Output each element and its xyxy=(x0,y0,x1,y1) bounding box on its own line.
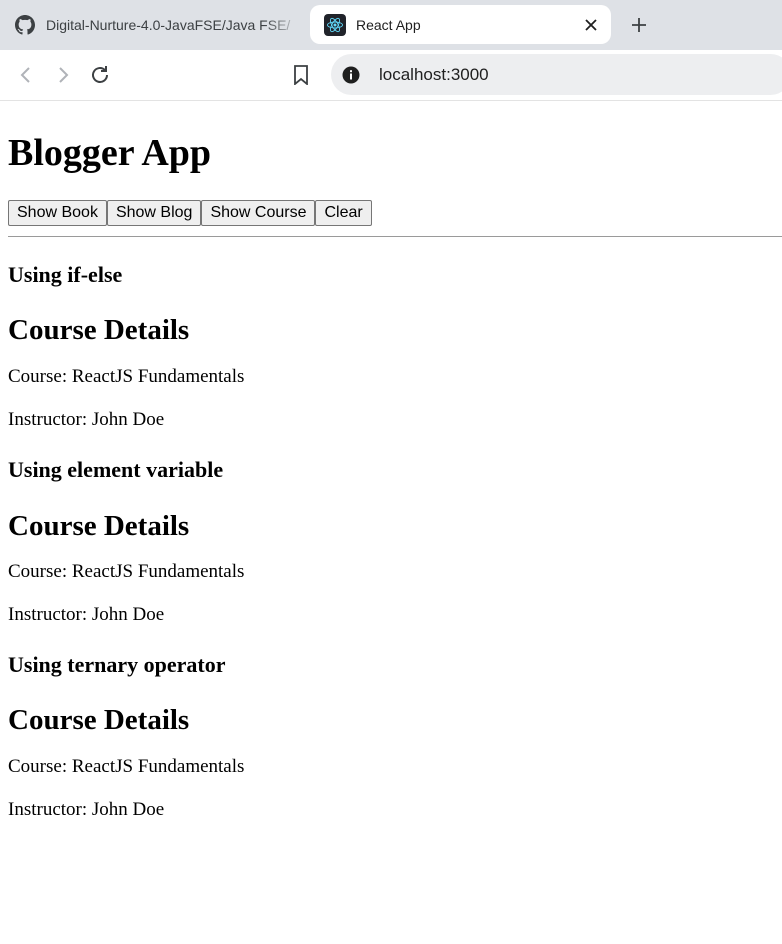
bookmark-button[interactable] xyxy=(288,62,314,88)
tab-title: Digital-Nurture-4.0-JavaFSE/Java FSE/ xyxy=(46,17,291,33)
instructor-name: Instructor: John Doe xyxy=(8,409,165,430)
reload-icon xyxy=(92,66,108,83)
back-arrow-icon xyxy=(20,67,30,83)
plus-icon xyxy=(632,18,646,32)
method-heading: Using if-else xyxy=(8,262,123,287)
show-course-button[interactable]: Show Course xyxy=(201,200,316,226)
show-blog-button[interactable]: Show Blog xyxy=(106,200,202,226)
reload-button[interactable] xyxy=(87,62,113,88)
course-details-heading: Course Details xyxy=(8,510,190,542)
back-button[interactable] xyxy=(13,62,39,88)
divider xyxy=(8,236,782,237)
browser-toolbar: localhost:3000 xyxy=(0,50,782,101)
course-details-heading: Course Details xyxy=(8,314,190,346)
button-row: Show Book Show Blog Show Course Clear xyxy=(8,200,782,226)
section-element-variable: Using element variable Course Details Co… xyxy=(8,457,782,626)
close-icon[interactable] xyxy=(579,13,603,37)
tab-github[interactable]: Digital-Nurture-4.0-JavaFSE/Java FSE/ xyxy=(0,0,302,50)
app-title: Blogger App xyxy=(8,132,212,174)
course-name: Course: ReactJS Fundamentals xyxy=(8,366,245,387)
address-bar[interactable]: localhost:3000 xyxy=(331,54,782,95)
section-if-else: Using if-else Course Details Course: Rea… xyxy=(8,262,782,431)
show-book-button[interactable]: Show Book xyxy=(8,200,107,226)
instructor-name: Instructor: John Doe xyxy=(8,604,165,625)
method-heading: Using element variable xyxy=(8,457,224,482)
clear-button[interactable]: Clear xyxy=(315,200,372,226)
method-heading: Using ternary operator xyxy=(8,652,226,677)
github-icon xyxy=(14,14,36,36)
new-tab-button[interactable] xyxy=(626,12,652,38)
react-icon xyxy=(324,13,346,36)
section-ternary-operator: Using ternary operator Course Details Co… xyxy=(8,652,782,821)
instructor-name: Instructor: John Doe xyxy=(8,799,165,820)
url-text: localhost:3000 xyxy=(379,64,489,84)
tab-strip: Digital-Nurture-4.0-JavaFSE/Java FSE/ Re… xyxy=(0,0,782,50)
forward-button[interactable] xyxy=(50,62,76,88)
bookmark-icon xyxy=(294,65,308,85)
page-content: Blogger App Show Book Show Blog Show Cou… xyxy=(0,130,782,821)
forward-arrow-icon xyxy=(59,67,69,83)
tab-title: React App xyxy=(356,16,421,33)
course-name: Course: ReactJS Fundamentals xyxy=(8,561,245,582)
tab-react-app[interactable]: React App xyxy=(310,5,611,44)
course-name: Course: ReactJS Fundamentals xyxy=(8,756,245,777)
course-details-heading: Course Details xyxy=(8,704,190,736)
site-info-icon[interactable] xyxy=(342,66,360,84)
